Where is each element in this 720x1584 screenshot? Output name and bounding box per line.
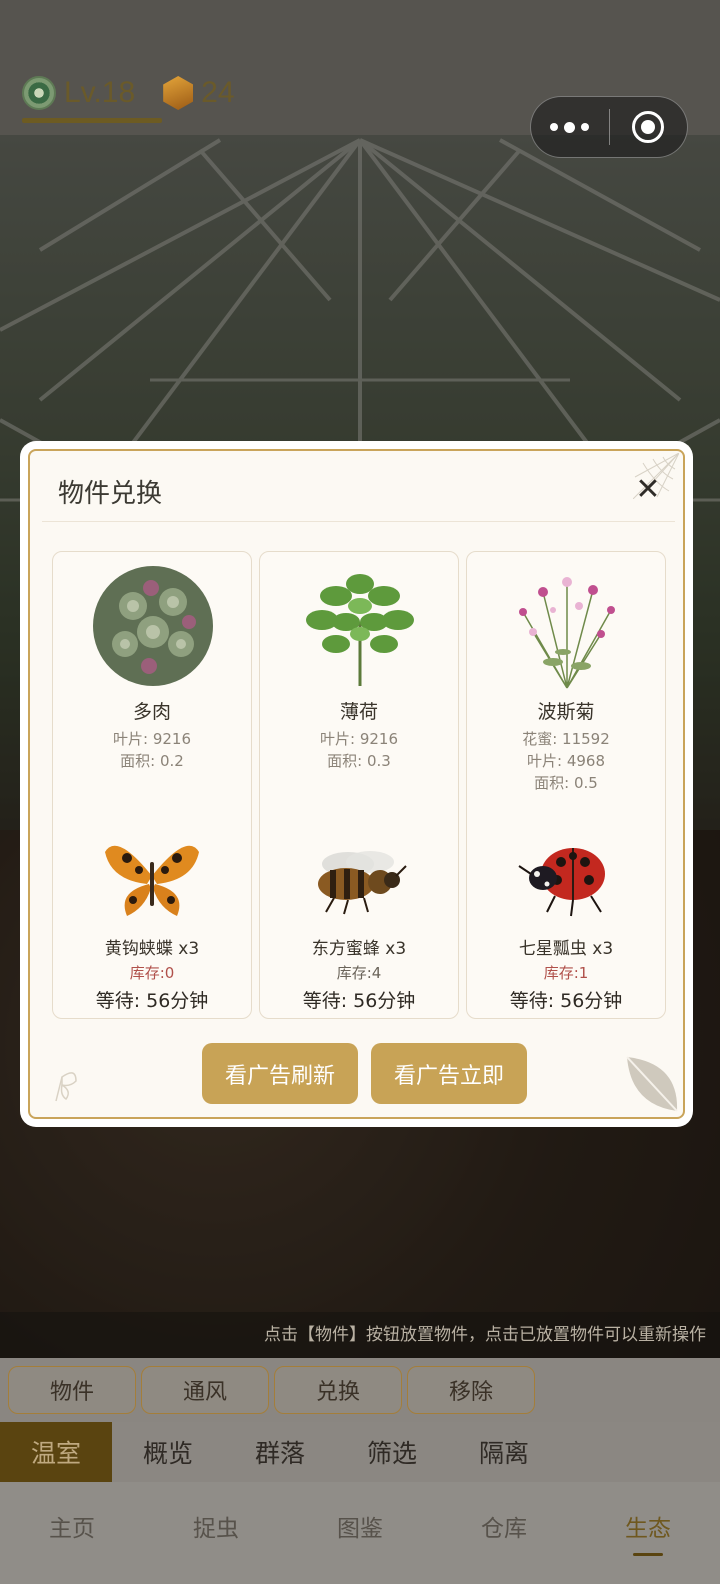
- wait-time: 等待: 56分钟: [302, 990, 416, 1012]
- bottom-navigation: 主页 捉虫 图鉴 仓库 生态: [0, 1482, 720, 1584]
- watch-ad-instant-button[interactable]: 看广告立即: [371, 1043, 527, 1104]
- plant-stat: 面积: 0.2: [120, 752, 184, 770]
- subnav-isolation[interactable]: 隔离: [448, 1422, 560, 1482]
- butterfly-icon: [105, 845, 199, 916]
- insect-name: 黄钩蛱蝶 x3: [104, 939, 200, 959]
- plant-name: 波斯菊: [537, 701, 595, 723]
- level-progress-bar: [22, 118, 162, 123]
- modal-frame: 物件兑换 ✕ 多肉 叶片: 9216 面积: 0.2 黄钩蛱蝶 x3 库存:0 …: [28, 449, 685, 1119]
- plant-stat: 面积: 0.5: [534, 774, 598, 792]
- tool-button-exchange[interactable]: 兑换: [274, 1366, 402, 1414]
- tool-button-remove[interactable]: 移除: [407, 1366, 535, 1414]
- tool-button-ventilate[interactable]: 通风: [141, 1366, 269, 1414]
- stock-count: 库存:0: [129, 964, 175, 982]
- mint-icon: [306, 574, 414, 686]
- insect-name: 七星瓢虫 x3: [518, 939, 614, 959]
- subnav-filter[interactable]: 筛选: [336, 1422, 448, 1482]
- exchange-card[interactable]: 多肉 叶片: 9216 面积: 0.2 黄钩蛱蝶 x3 库存:0 等待: 56分…: [52, 551, 252, 1019]
- player-level: Lv.18: [64, 76, 136, 109]
- tab-catch-bugs[interactable]: 捉虫: [144, 1482, 288, 1570]
- tab-warehouse[interactable]: 仓库: [432, 1482, 576, 1570]
- title-divider: [42, 521, 675, 522]
- subnav-community[interactable]: 群落: [224, 1422, 336, 1482]
- exchange-card-grid: 多肉 叶片: 9216 面积: 0.2 黄钩蛱蝶 x3 库存:0 等待: 56分…: [52, 551, 666, 1019]
- dot-icon: [564, 121, 576, 133]
- subnav-overview[interactable]: 概览: [112, 1422, 224, 1482]
- butterfly-decoration-icon: [55, 1072, 77, 1102]
- modal-actions: 看广告刷新 看广告立即: [202, 1043, 540, 1104]
- tool-button-items[interactable]: 物件: [8, 1366, 136, 1414]
- target-ring-icon: [632, 111, 665, 143]
- plant-stat: 花蜜: 11592: [522, 730, 610, 748]
- plant-name: 薄荷: [339, 701, 378, 723]
- exchange-card[interactable]: 薄荷 叶片: 9216 面积: 0.3 东方蜜蜂 x3 库存:4 等待: 56分…: [259, 551, 459, 1019]
- wait-time: 等待: 56分钟: [509, 990, 623, 1012]
- stock-count: 库存:1: [543, 964, 589, 982]
- miniprogram-capsule: [530, 96, 688, 158]
- close-miniprogram-button[interactable]: [610, 96, 688, 158]
- tab-ecology[interactable]: 生态: [576, 1482, 720, 1570]
- modal-title: 物件兑换: [58, 479, 163, 509]
- subnav-greenhouse[interactable]: 温室: [0, 1422, 112, 1482]
- target-dot: [641, 120, 656, 134]
- level-badge-icon: [22, 76, 56, 110]
- amber-coin-icon: [163, 76, 194, 110]
- close-icon[interactable]: ✕: [631, 473, 665, 507]
- sub-navigation: 温室 概览 群落 筛选 隔离: [0, 1422, 720, 1482]
- more-menu-button[interactable]: [531, 96, 609, 158]
- coin-count: 24: [201, 76, 235, 109]
- ladybug-icon: [518, 848, 605, 917]
- watch-ad-refresh-button[interactable]: 看广告刷新: [202, 1043, 358, 1104]
- plant-stat: 面积: 0.3: [327, 752, 391, 770]
- exchange-card[interactable]: 波斯菊 花蜜: 11592 叶片: 4968 面积: 0.5 七星瓢虫 x3 库…: [466, 551, 666, 1019]
- insect-name: 东方蜜蜂 x3: [311, 939, 407, 959]
- leaf-decoration-icon: [626, 1056, 678, 1112]
- tab-encyclopedia[interactable]: 图鉴: [288, 1482, 432, 1570]
- tab-home[interactable]: 主页: [0, 1482, 144, 1570]
- cosmos-icon: [519, 577, 615, 689]
- hint-text: 点击【物件】按钮放置物件，点击已放置物件可以重新操作: [0, 1312, 720, 1358]
- dot-icon: [550, 123, 559, 131]
- plant-stat: 叶片: 9216: [113, 730, 191, 748]
- greenhouse-toolbar: 物件 通风 兑换 移除: [0, 1358, 720, 1422]
- plant-stat: 叶片: 4968: [527, 752, 605, 770]
- plant-name: 多肉: [132, 701, 171, 723]
- player-status: Lv.18 24: [22, 68, 235, 118]
- dot-icon: [581, 123, 590, 131]
- stock-count: 库存:4: [336, 964, 382, 982]
- succulent-icon: [93, 566, 213, 686]
- plant-stat: 叶片: 9216: [320, 730, 398, 748]
- exchange-modal: 物件兑换 ✕ 多肉 叶片: 9216 面积: 0.2 黄钩蛱蝶 x3 库存:0 …: [20, 441, 693, 1127]
- bee-icon: [318, 851, 407, 915]
- wait-time: 等待: 56分钟: [95, 990, 209, 1012]
